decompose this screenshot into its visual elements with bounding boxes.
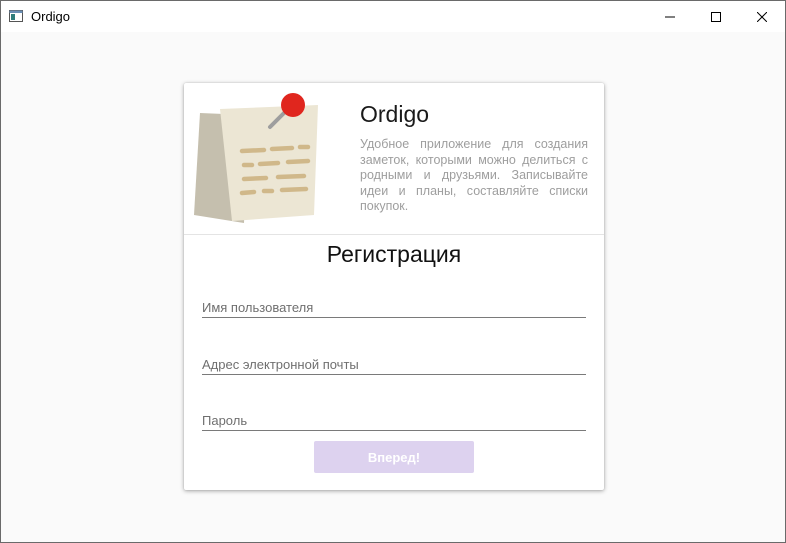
username-field[interactable] (202, 291, 586, 318)
divider (184, 234, 604, 235)
email-input[interactable] (202, 348, 586, 374)
close-icon (757, 11, 767, 22)
app-description: Удобное приложение для создания заметок,… (360, 137, 588, 214)
app-intro: Ordigo Удобное приложение для создания з… (184, 83, 604, 234)
app-name: Ordigo (360, 101, 430, 127)
title-bar[interactable]: Ordigo (1, 1, 785, 32)
pinned-note-icon (194, 93, 318, 223)
email-field[interactable] (202, 348, 586, 375)
password-input[interactable] (202, 404, 586, 430)
close-button[interactable] (739, 1, 785, 32)
maximize-icon (711, 11, 721, 22)
minimize-button[interactable] (647, 1, 693, 32)
username-input[interactable] (202, 291, 586, 317)
submit-button[interactable]: Вперед! (314, 441, 474, 473)
window-title: Ordigo (31, 9, 71, 24)
app-window: Ordigo Ordigo Удобное приложение для соз… (0, 0, 786, 543)
app-window-icon (9, 10, 23, 22)
registration-card: Ordigo Удобное приложение для создания з… (184, 83, 604, 490)
password-field[interactable] (202, 404, 586, 431)
maximize-button[interactable] (693, 1, 739, 32)
registration-title: Регистрация (326, 241, 462, 267)
minimize-icon (665, 16, 675, 17)
